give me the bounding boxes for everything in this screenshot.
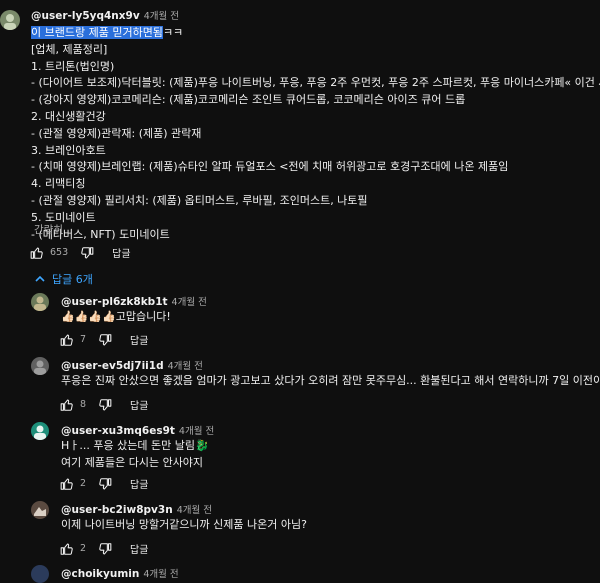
dislike-button[interactable] bbox=[98, 477, 112, 491]
thumbs-down-icon[interactable] bbox=[98, 333, 112, 347]
like-count: 7 bbox=[80, 334, 87, 345]
dislike-button[interactable] bbox=[98, 398, 112, 412]
comment-line: 3. 브레인아호트 bbox=[31, 144, 106, 157]
reply-author[interactable]: @user-xu3mq6es9t 4개월 전 bbox=[61, 423, 214, 437]
reply-actions: 2 답글 bbox=[60, 476, 148, 491]
avatar[interactable] bbox=[0, 10, 20, 30]
replies-toggle-label[interactable]: 답글 6개 bbox=[52, 271, 93, 287]
reply-text: Hㅏ... 푸응 샀는데 돈만 날림🐉 bbox=[61, 439, 209, 452]
chevron-up-icon[interactable] bbox=[34, 273, 46, 285]
avatar[interactable] bbox=[31, 565, 49, 583]
replies-toggle[interactable]: 답글 6개 bbox=[34, 271, 93, 287]
comment-author[interactable]: @user-ly5yq4nx9v 4개월 전 bbox=[31, 8, 179, 22]
thumbs-up-icon[interactable] bbox=[60, 333, 74, 347]
like-button[interactable] bbox=[60, 333, 74, 347]
dislike-button[interactable] bbox=[98, 542, 112, 556]
thumbs-up-icon[interactable] bbox=[60, 398, 74, 412]
reply-time[interactable]: 4개월 전 bbox=[172, 297, 207, 308]
reply-time[interactable]: 4개월 전 bbox=[168, 361, 203, 372]
reply-text: 이제 나이트버닝 망할거같으니까 신제품 나온거 아님? bbox=[61, 518, 307, 531]
like-button[interactable] bbox=[60, 542, 74, 556]
reply-actions: 7 답글 bbox=[60, 332, 148, 347]
like-button[interactable] bbox=[30, 246, 44, 260]
comment-line: [업체, 제품정리] bbox=[31, 43, 108, 56]
reply-text: 👍🏻👍🏻👍🏻👍🏻고맙습니다! bbox=[61, 310, 171, 323]
author-handle[interactable]: @choikyumin bbox=[61, 568, 139, 580]
reply-text-line2: 여기 제품들은 다시는 안사야지 bbox=[61, 456, 204, 469]
comment-line: - (관절 영양제)관락재: (제품) 관락재 bbox=[31, 127, 202, 140]
thumbs-up-icon[interactable] bbox=[30, 246, 44, 260]
reply-time[interactable]: 4개월 전 bbox=[177, 505, 212, 516]
reply-button[interactable]: 답글 bbox=[130, 397, 148, 412]
read-less-link[interactable]: 간략히 bbox=[34, 222, 63, 237]
author-handle[interactable]: @user-ev5dj7ii1d bbox=[61, 360, 164, 372]
like-count: 2 bbox=[80, 543, 87, 554]
comment-line: - (강아지 영양제)코코메리슨: (제품)코코메리슨 조인트 큐어드롭, 코코… bbox=[31, 93, 466, 106]
comment-line: 4. 리맥티칭 bbox=[31, 177, 86, 190]
author-handle[interactable]: @user-pl6zk8kb1t bbox=[61, 296, 168, 308]
comment-actions: 653 답글 bbox=[30, 245, 131, 260]
like-count: 653 bbox=[50, 247, 69, 258]
comment-line: - (다이어트 보조제)닥터블릿: (제품)푸응 나이트버닝, 푸응, 푸응 2… bbox=[31, 76, 600, 89]
reply-button[interactable]: 답글 bbox=[130, 541, 148, 556]
comment-text: ㅋㅋ bbox=[162, 26, 184, 39]
reply-author[interactable]: @user-bc2iw8pv3n 4개월 전 bbox=[61, 502, 212, 516]
thumbs-down-icon[interactable] bbox=[80, 246, 94, 260]
thumbs-down-icon[interactable] bbox=[98, 398, 112, 412]
dislike-button[interactable] bbox=[98, 333, 112, 347]
reply-text: 푸응은 진짜 안샀으면 좋겠음 엄마가 광고보고 샀다가 오히려 잠만 못주무심… bbox=[61, 374, 600, 387]
reply-time[interactable]: 4개월 전 bbox=[179, 426, 214, 437]
reply-author[interactable]: @user-ev5dj7ii1d 4개월 전 bbox=[61, 358, 203, 372]
author-handle[interactable]: @user-xu3mq6es9t bbox=[61, 425, 175, 437]
comment-time[interactable]: 4개월 전 bbox=[144, 11, 179, 22]
reply-button[interactable]: 답글 bbox=[112, 245, 130, 260]
reply-button[interactable]: 답글 bbox=[130, 332, 148, 347]
thumbs-down-icon[interactable] bbox=[98, 542, 112, 556]
thumbs-up-icon[interactable] bbox=[60, 542, 74, 556]
avatar[interactable] bbox=[31, 422, 49, 440]
reply-author[interactable]: @user-pl6zk8kb1t 4개월 전 bbox=[61, 294, 207, 308]
reply-actions: 2 답글 bbox=[60, 541, 148, 556]
like-button[interactable] bbox=[60, 398, 74, 412]
thumbs-up-icon[interactable] bbox=[60, 477, 74, 491]
reply-author[interactable]: @choikyumin 4개월 전 bbox=[61, 566, 179, 580]
like-button[interactable] bbox=[60, 477, 74, 491]
reply-time[interactable]: 4개월 전 bbox=[143, 569, 178, 580]
comment-line: - (관절 영양제) 필리서치: (제품) 옵티머스트, 루바필, 조인머스트,… bbox=[31, 194, 368, 207]
reply-button[interactable]: 답글 bbox=[130, 476, 148, 491]
highlighted-text: 이 브랜드랑 제품 믿거하면됨 bbox=[31, 26, 163, 39]
dislike-button[interactable] bbox=[80, 246, 94, 260]
avatar[interactable] bbox=[31, 357, 49, 375]
comment-line: 1. 트리톤(법인명) bbox=[31, 60, 115, 73]
like-count: 8 bbox=[80, 399, 87, 410]
author-handle[interactable]: @user-bc2iw8pv3n bbox=[61, 504, 173, 516]
author-handle[interactable]: @user-ly5yq4nx9v bbox=[31, 10, 140, 22]
reply-actions: 8 답글 bbox=[60, 397, 148, 412]
thumbs-down-icon[interactable] bbox=[98, 477, 112, 491]
like-count: 2 bbox=[80, 478, 87, 489]
comment-line: 2. 대신생활건강 bbox=[31, 110, 106, 123]
comment-body: 이 브랜드랑 제품 믿거하면됨ㅋㅋ bbox=[31, 24, 183, 41]
avatar[interactable] bbox=[31, 293, 49, 311]
avatar[interactable] bbox=[31, 501, 49, 519]
comment-line: - (치매 영양제)브레인랩: (제품)슈타인 알파 듀얼포스 <전에 치매 허… bbox=[31, 160, 509, 173]
